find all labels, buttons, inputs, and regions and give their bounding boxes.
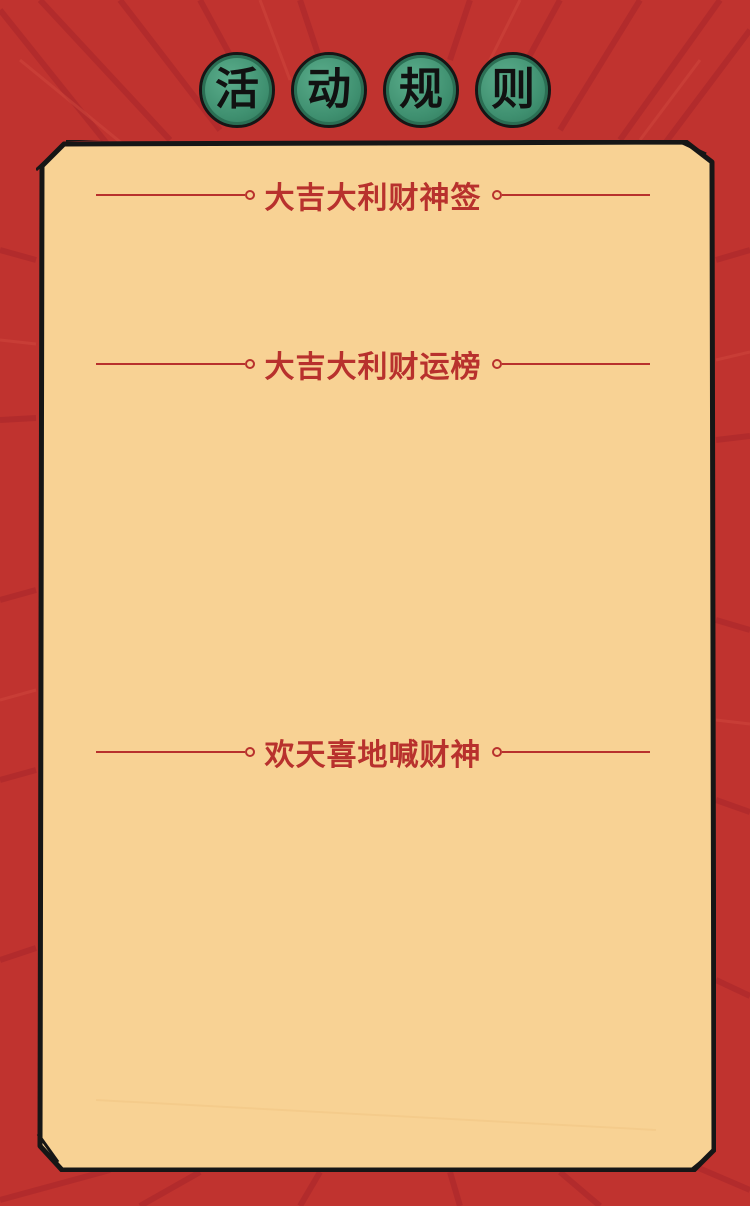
page-title: 活 动 规 则 — [0, 52, 750, 128]
title-badge: 则 — [475, 52, 551, 128]
divider-line — [501, 363, 650, 365]
title-badge: 动 — [291, 52, 367, 128]
section-heading: 欢天喜地喊财神 — [264, 738, 482, 773]
title-char-3: 规 — [399, 64, 443, 115]
divider-dot — [244, 359, 255, 369]
divider-line — [501, 194, 650, 196]
section-body-fortune-ranking — [96, 390, 650, 720]
divider-line — [96, 194, 245, 196]
section-header-fortune-ranking: 大吉大利财运榜 — [96, 342, 650, 386]
title-badge: 活 — [199, 52, 275, 128]
section-heading: 大吉大利财神签 — [264, 181, 482, 216]
divider-dot — [244, 190, 255, 200]
divider-line — [96, 751, 245, 753]
title-char-1: 活 — [215, 64, 259, 115]
title-char-2: 动 — [307, 64, 351, 115]
section-body-call-god — [96, 780, 650, 1140]
section-header-call-god: 欢天喜地喊财神 — [96, 730, 650, 774]
title-badge: 规 — [383, 52, 459, 128]
divider-dot — [244, 747, 255, 757]
divider-line — [96, 363, 245, 365]
section-header-fortune-stick: 大吉大利财神签 — [96, 173, 650, 217]
divider-dot — [491, 190, 502, 200]
divider-line — [501, 751, 650, 753]
section-heading: 大吉大利财运榜 — [264, 350, 482, 385]
divider-dot — [491, 359, 502, 369]
section-body-fortune-stick — [96, 220, 650, 330]
divider-dot — [491, 747, 502, 757]
title-char-4: 则 — [491, 64, 535, 115]
